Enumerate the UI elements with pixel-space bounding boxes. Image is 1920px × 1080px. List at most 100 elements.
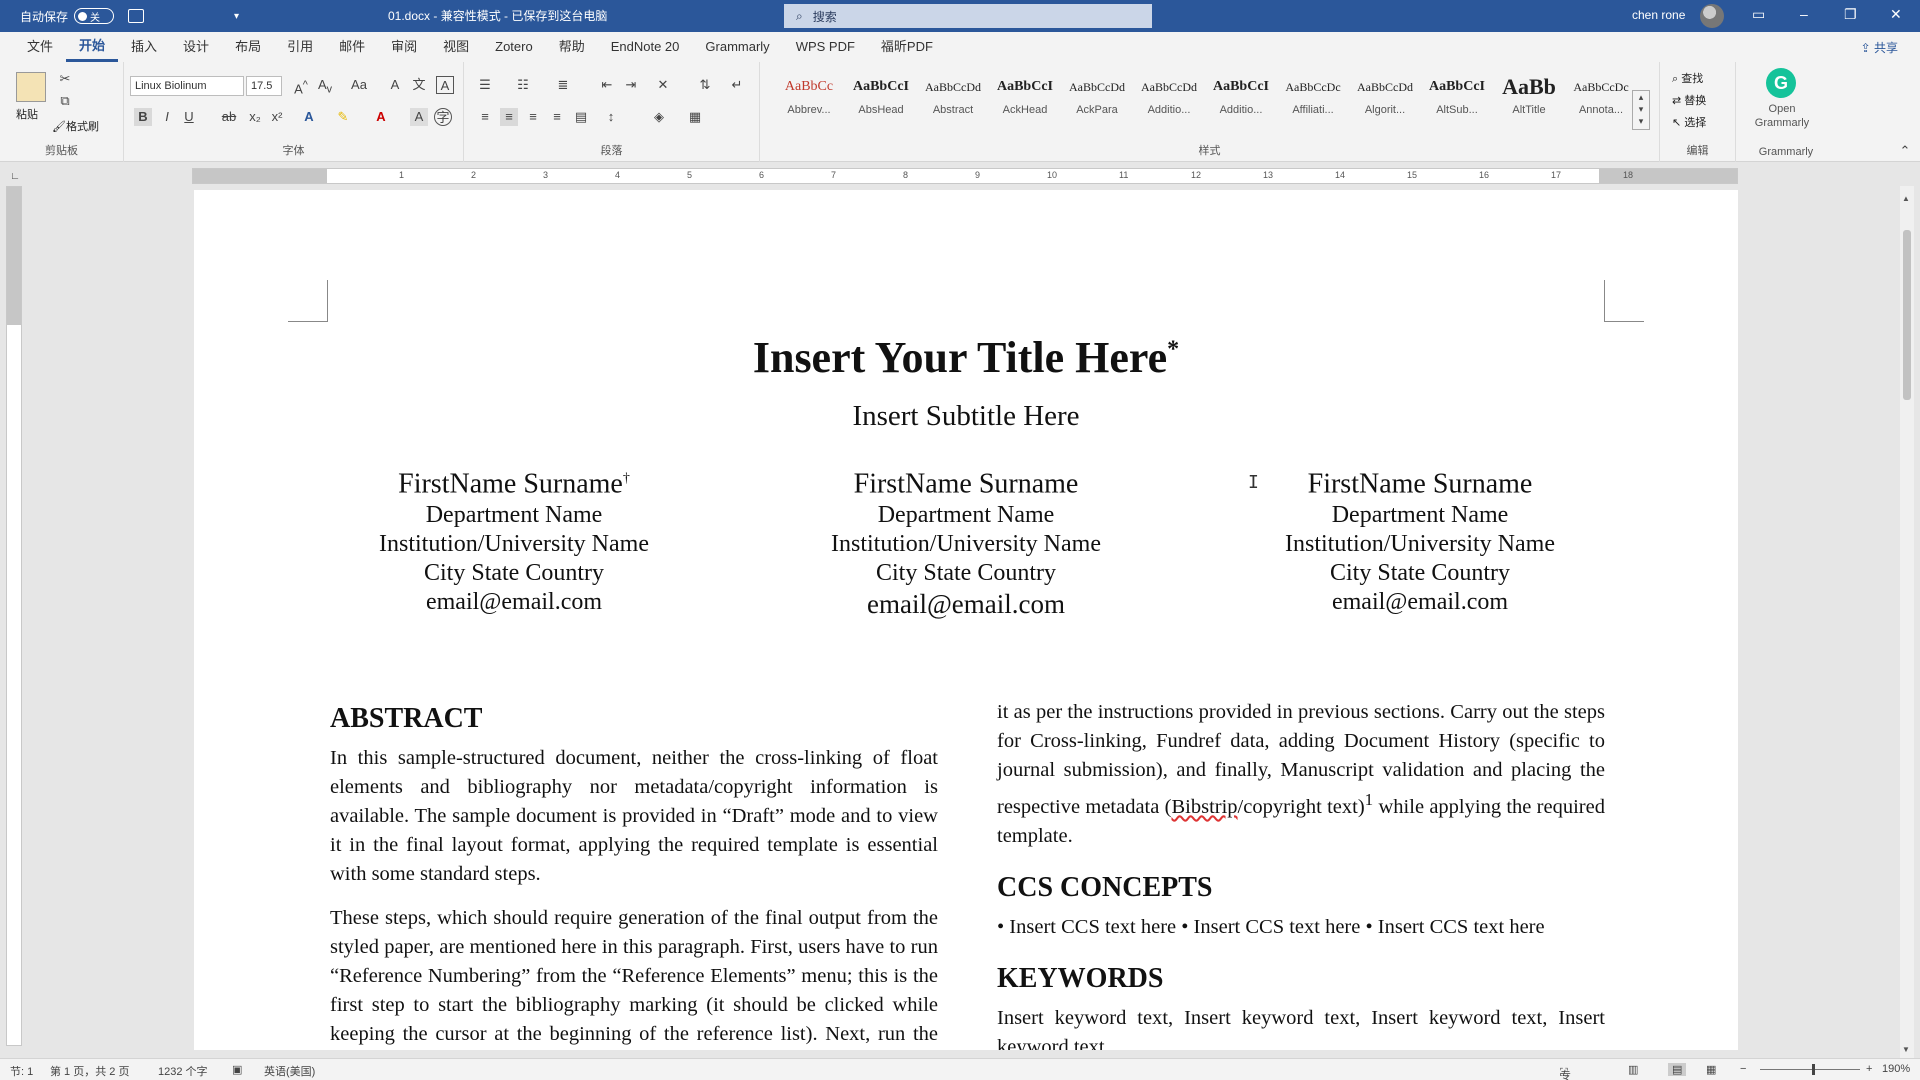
language-indicator[interactable]: 英语(美国) bbox=[264, 1063, 315, 1079]
style-gallery-item[interactable]: AaBbCcI AltSub... bbox=[1422, 76, 1492, 126]
web-layout-icon[interactable]: ▦ bbox=[1706, 1063, 1716, 1076]
horizontal-ruler[interactable]: 1 2 3 4 5 6 7 8 9 10 11 12 13 14 15 16 17 18 bbox=[192, 168, 1738, 184]
menu-tab[interactable]: 插入 bbox=[118, 32, 170, 62]
document-page[interactable]: Insert Your Title Here* Insert Subtitle … bbox=[194, 190, 1738, 1050]
select-button[interactable]: ↖ 选择 bbox=[1672, 114, 1706, 130]
font-color-icon[interactable]: A bbox=[372, 108, 390, 126]
align-center-icon[interactable]: ≡ bbox=[524, 108, 542, 126]
enclose-char-icon[interactable]: 字 bbox=[434, 108, 452, 126]
read-mode-icon[interactable]: ▥ bbox=[1628, 1063, 1638, 1076]
increase-indent-icon[interactable]: ⇥ bbox=[622, 76, 640, 94]
abstract-column[interactable]: ABSTRACT In this sample-structured docum… bbox=[330, 702, 938, 1050]
avatar[interactable] bbox=[1700, 4, 1724, 28]
close-icon[interactable]: ✕ bbox=[1890, 6, 1902, 23]
decrease-indent-icon[interactable]: ⇤ bbox=[598, 76, 616, 94]
align-left-icon[interactable]: ≡ bbox=[476, 108, 494, 126]
font-name-select[interactable]: Linux Biolinum bbox=[130, 76, 244, 96]
bold-icon[interactable]: B bbox=[134, 108, 152, 126]
author-block-2[interactable]: FirstName Surname Department Name Instit… bbox=[756, 462, 1176, 621]
paper-subtitle[interactable]: Insert Subtitle Here bbox=[194, 400, 1738, 433]
menu-tab[interactable]: 开始 bbox=[66, 32, 119, 62]
change-case-icon[interactable]: Aa bbox=[346, 76, 372, 94]
clear-format-icon[interactable]: A bbox=[386, 76, 404, 94]
section-indicator[interactable]: 节: 1 bbox=[10, 1063, 33, 1079]
char-shading-icon[interactable]: A bbox=[410, 108, 428, 126]
menu-tab[interactable]: 福昕PDF bbox=[868, 32, 946, 62]
paste-icon[interactable] bbox=[16, 72, 46, 102]
copy-icon[interactable]: ⧉ bbox=[56, 92, 74, 110]
vertical-ruler[interactable] bbox=[6, 186, 22, 1046]
zoom-slider-thumb[interactable] bbox=[1812, 1064, 1815, 1075]
subscript-icon[interactable]: x₂ bbox=[246, 108, 264, 126]
cut-icon[interactable]: ✂ bbox=[56, 70, 74, 88]
autosave-toggle[interactable]: 自动保存 关 bbox=[20, 8, 115, 25]
phonetic-guide-icon[interactable]: 文 bbox=[410, 76, 428, 94]
menu-tab[interactable]: 帮助 bbox=[546, 32, 598, 62]
menu-tab[interactable]: 审阅 bbox=[378, 32, 430, 62]
style-gallery-item[interactable]: AaBbCcI Additio... bbox=[1206, 76, 1276, 126]
right-column[interactable]: it as per the instructions provided in p… bbox=[997, 698, 1605, 1050]
style-gallery-item[interactable]: AaBb AltTitle bbox=[1494, 76, 1564, 126]
quick-access-chevron-icon[interactable]: ▾ bbox=[234, 11, 239, 22]
author-block-1[interactable]: FirstName Surname† Department Name Insti… bbox=[304, 462, 724, 617]
scroll-thumb[interactable] bbox=[1903, 230, 1911, 400]
collapse-ribbon-icon[interactable]: ⌃ bbox=[1896, 142, 1914, 160]
highlight-icon[interactable]: ✎ bbox=[334, 108, 352, 126]
grow-font-icon[interactable]: A^ bbox=[292, 76, 310, 96]
menu-tab[interactable]: Zotero bbox=[482, 32, 546, 62]
sort-icon[interactable]: ⇅ bbox=[696, 76, 714, 94]
restore-icon[interactable]: ❐ bbox=[1844, 6, 1857, 23]
page-indicator[interactable]: 第 1 页，共 2 页 bbox=[50, 1063, 129, 1079]
menu-tab[interactable]: 邮件 bbox=[326, 32, 378, 62]
replace-button[interactable]: ⇄ 替换 bbox=[1672, 92, 1706, 108]
menu-tab[interactable]: 引用 bbox=[274, 32, 326, 62]
format-painter-button[interactable]: 🖌格式刷 bbox=[52, 118, 99, 134]
show-marks-icon[interactable]: ↵ bbox=[728, 76, 746, 94]
style-gallery-item[interactable]: AaBbCcDc Annota... bbox=[1566, 76, 1636, 126]
scroll-up-icon[interactable]: ▲ bbox=[1902, 194, 1910, 203]
menu-tab[interactable]: 视图 bbox=[430, 32, 482, 62]
styles-more-icon[interactable]: ▴ ▾ ▾ bbox=[1632, 90, 1650, 130]
menu-tab[interactable]: 布局 bbox=[222, 32, 274, 62]
menu-tab[interactable]: 设计 bbox=[170, 32, 222, 62]
zoom-slider[interactable] bbox=[1760, 1069, 1860, 1070]
menu-tab[interactable]: 文件 bbox=[14, 32, 66, 62]
ribbon-display-icon[interactable]: ▭ bbox=[1752, 6, 1765, 23]
save-icon[interactable] bbox=[128, 9, 145, 23]
style-gallery-item[interactable]: AaBbCcI AckHead bbox=[990, 76, 1060, 126]
proofing-icon[interactable]: ▣ bbox=[232, 1063, 242, 1076]
shading-icon[interactable]: ◈ bbox=[650, 108, 668, 126]
search-box[interactable]: ⌕ 搜索 bbox=[784, 4, 1152, 28]
chinese-layout-icon[interactable]: ✕ bbox=[654, 76, 672, 94]
open-grammarly-button[interactable]: Open Grammarly bbox=[1744, 102, 1820, 130]
style-gallery-item[interactable]: AaBbCcDc Affiliati... bbox=[1278, 76, 1348, 126]
zoom-out-icon[interactable]: − bbox=[1740, 1063, 1746, 1075]
zoom-level[interactable]: 190% bbox=[1882, 1063, 1910, 1075]
minimize-icon[interactable]: – bbox=[1800, 6, 1808, 22]
strikethrough-icon[interactable]: ab bbox=[220, 108, 238, 126]
paper-title[interactable]: Insert Your Title Here* bbox=[194, 332, 1738, 383]
tab-selector-icon[interactable]: ∟ bbox=[6, 168, 24, 186]
bullets-icon[interactable]: ☰ bbox=[476, 76, 494, 94]
menu-tab[interactable]: EndNote 20 bbox=[598, 32, 693, 62]
scroll-down-icon[interactable]: ▼ bbox=[1902, 1045, 1910, 1054]
italic-icon[interactable]: I bbox=[158, 108, 176, 126]
print-layout-icon[interactable]: ▤ bbox=[1668, 1063, 1687, 1076]
paste-button[interactable]: 粘贴 bbox=[16, 106, 38, 122]
numbering-icon[interactable]: ☷ bbox=[514, 76, 532, 94]
style-gallery-item[interactable]: AaBbCcI AbsHead bbox=[846, 76, 916, 126]
zoom-in-icon[interactable]: + bbox=[1866, 1063, 1872, 1075]
underline-icon[interactable]: U bbox=[180, 108, 198, 126]
text-effects-icon[interactable]: A bbox=[300, 108, 318, 126]
find-button[interactable]: ⌕ 查找 bbox=[1672, 70, 1703, 86]
superscript-icon[interactable]: x² bbox=[268, 108, 286, 126]
distribute-icon[interactable]: ▤ bbox=[572, 108, 590, 126]
vertical-scrollbar[interactable]: ▲ ▼ bbox=[1900, 186, 1914, 1058]
style-gallery-item[interactable]: AaBbCcDd Algorit... bbox=[1350, 76, 1420, 126]
style-gallery-item[interactable]: AaBbCcDd AckPara bbox=[1062, 76, 1132, 126]
style-gallery-item[interactable]: AaBbCc Abbrev... bbox=[774, 76, 844, 126]
borders-icon[interactable]: ▦ bbox=[686, 108, 704, 126]
justify-icon[interactable]: ≡ bbox=[500, 108, 518, 126]
menu-tab[interactable]: Grammarly bbox=[692, 32, 782, 62]
style-gallery-item[interactable]: AaBbCcDd Additio... bbox=[1134, 76, 1204, 126]
